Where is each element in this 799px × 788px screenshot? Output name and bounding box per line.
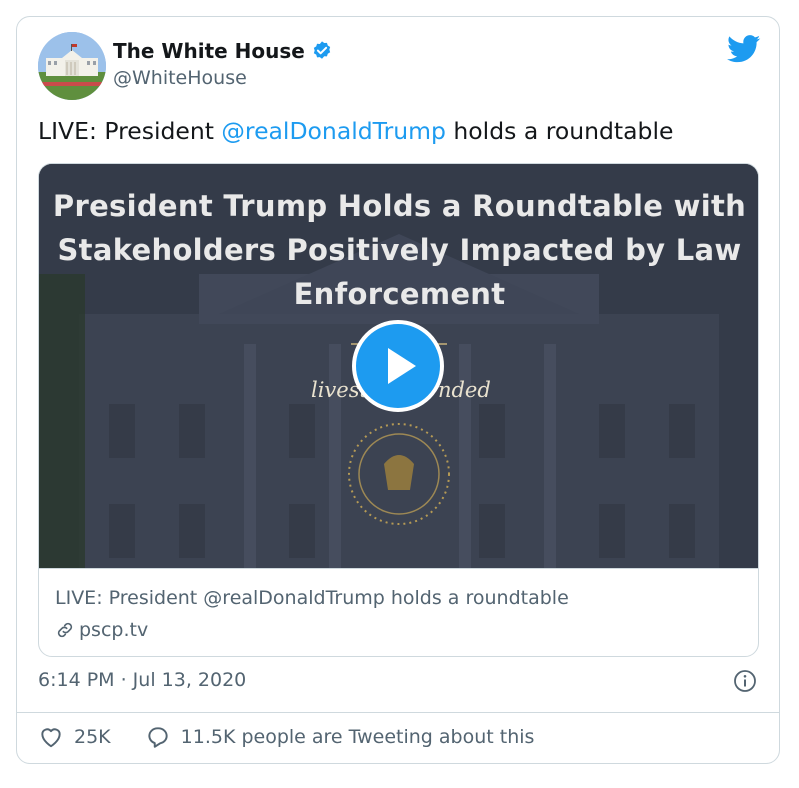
tweet-text-prefix: LIVE: President — [38, 117, 222, 145]
media-card[interactable]: President Trump Holds a Roundtable with … — [38, 163, 759, 657]
video-title-line-2: Stakeholders Positively Impacted by Law — [57, 233, 742, 267]
like-count[interactable]: 25K — [74, 726, 111, 748]
conversation-action[interactable]: 11.5K people are Tweeting about this — [145, 724, 535, 750]
play-button[interactable] — [352, 320, 444, 412]
link-icon — [57, 622, 73, 638]
video-title-line-3: Enforcement — [293, 277, 506, 311]
author-handle[interactable]: @WhiteHouse — [113, 67, 247, 89]
tweet-text: LIVE: President @realDonaldTrump holds a… — [38, 117, 673, 145]
author-name[interactable]: The White House — [113, 39, 305, 63]
tweet-card[interactable]: The White House @WhiteHouse LIVE: Presid… — [16, 16, 780, 764]
white-house-avatar-image — [38, 32, 106, 100]
mention-link[interactable]: @realDonaldTrump — [221, 117, 446, 145]
play-icon — [387, 348, 416, 384]
info-icon[interactable] — [733, 669, 757, 693]
divider — [17, 712, 779, 713]
like-action[interactable]: 25K — [38, 724, 111, 750]
video-title-line-1: President Trump Holds a Roundtable with — [52, 189, 747, 223]
author-name-row[interactable]: The White House — [113, 39, 333, 63]
tweet-text-suffix: holds a roundtable — [445, 117, 674, 145]
verified-badge-icon — [313, 41, 331, 59]
video-title: President Trump Holds a Roundtable with … — [39, 184, 758, 316]
heart-icon[interactable] — [38, 724, 64, 750]
tweet-timestamp[interactable]: 6:14 PM · Jul 13, 2020 — [38, 669, 246, 691]
link-preview-domain-row[interactable]: pscp.tv — [55, 619, 148, 641]
link-preview[interactable]: LIVE: President @realDonaldTrump holds a… — [39, 568, 758, 656]
tweet-actions: 25K 11.5K people are Tweeting about this — [38, 724, 534, 750]
speech-bubble-icon[interactable] — [145, 724, 171, 750]
avatar[interactable] — [38, 32, 106, 100]
conversation-text[interactable]: 11.5K people are Tweeting about this — [181, 726, 535, 748]
link-preview-domain[interactable]: pscp.tv — [79, 619, 148, 641]
link-preview-title[interactable]: LIVE: President @realDonaldTrump holds a… — [55, 587, 569, 609]
video-thumbnail[interactable]: President Trump Holds a Roundtable with … — [39, 164, 758, 568]
replay-caption-right: nded — [437, 378, 491, 402]
twitter-bird-icon[interactable] — [727, 35, 761, 63]
